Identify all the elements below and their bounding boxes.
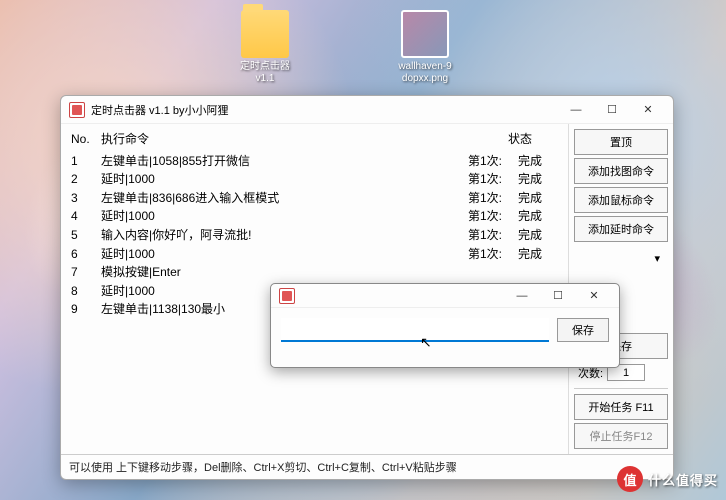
cursor-icon: ↖ [420, 334, 432, 351]
row-state [518, 263, 558, 282]
row-no: 1 [71, 152, 101, 171]
row-cmd: 左键单击|836|686进入输入框模式 [101, 189, 468, 208]
list-header: No. 执行命令 状态 [71, 130, 558, 149]
main-titlebar[interactable]: 定时点击器 v1.1 by小小阿狸 — ☐ ✕ [61, 96, 673, 124]
dialog-titlebar[interactable]: — ☐ ✕ [271, 284, 619, 308]
dropdown-toggle[interactable]: ▾ [574, 245, 668, 271]
row-state: 完成 [518, 152, 558, 171]
image-icon [401, 10, 449, 58]
col-state: 状态 [508, 130, 558, 149]
watermark-text: 什么值得买 [648, 470, 718, 489]
watermark-badge: 值 [617, 466, 643, 492]
row-no: 9 [71, 300, 101, 319]
list-row[interactable]: 5输入内容|你好吖，阿寻流批!第1次:完成 [71, 226, 558, 245]
dialog-save-button[interactable]: 保存 [557, 318, 609, 342]
list-row[interactable]: 2延时|1000第1次:完成 [71, 170, 558, 189]
row-no: 4 [71, 207, 101, 226]
list-row[interactable]: 4延时|1000第1次:完成 [71, 207, 558, 226]
row-cmd: 模拟按键|Enter [101, 263, 468, 282]
folder-icon [241, 10, 289, 58]
row-state: 完成 [518, 189, 558, 208]
row-no: 5 [71, 226, 101, 245]
add-mouse-cmd-button[interactable]: 添加鼠标命令 [574, 187, 668, 213]
col-cmd: 执行命令 [101, 130, 508, 149]
window-title: 定时点击器 v1.1 by小小阿狸 [91, 102, 559, 118]
stop-task-button[interactable]: 停止任务F12 [574, 423, 668, 449]
dialog-minimize-button[interactable]: — [505, 285, 539, 307]
row-count: 第1次: [468, 226, 518, 245]
list-row[interactable]: 1左键单击|1058|855打开微信第1次:完成 [71, 152, 558, 171]
row-count: 第1次: [468, 245, 518, 264]
row-state: 完成 [518, 226, 558, 245]
row-state: 完成 [518, 207, 558, 226]
dialog-close-button[interactable]: ✕ [577, 285, 611, 307]
row-cmd: 左键单击|1058|855打开微信 [101, 152, 468, 171]
row-state: 完成 [518, 170, 558, 189]
status-bar: 可以使用 上下键移动步骤，Del删除、Ctrl+X剪切、Ctrl+C复制、Ctr… [61, 454, 673, 479]
desktop-image-label: wallhaven-9 dopxx.png [398, 61, 451, 85]
close-button[interactable]: ✕ [631, 99, 665, 121]
dialog-maximize-button[interactable]: ☐ [541, 285, 575, 307]
desktop-folder-label: 定时点击器 v1.1 [240, 61, 290, 85]
list-row[interactable]: 3左键单击|836|686进入输入框模式第1次:完成 [71, 189, 558, 208]
maximize-button[interactable]: ☐ [595, 99, 629, 121]
row-no: 6 [71, 245, 101, 264]
desktop-image[interactable]: wallhaven-9 dopxx.png [390, 10, 460, 85]
list-row[interactable]: 6延时|1000第1次:完成 [71, 245, 558, 264]
col-no: No. [71, 130, 101, 149]
row-cmd: 延时|1000 [101, 170, 468, 189]
app-icon [69, 102, 85, 118]
minimize-button[interactable]: — [559, 99, 593, 121]
add-image-cmd-button[interactable]: 添加找图命令 [574, 158, 668, 184]
dialog-text-input[interactable] [281, 318, 549, 342]
row-count: 第1次: [468, 152, 518, 171]
input-dialog: — ☐ ✕ 保存 [270, 283, 620, 368]
row-no: 3 [71, 189, 101, 208]
row-count: 第1次: [468, 207, 518, 226]
watermark: 值 什么值得买 [617, 466, 718, 492]
row-no: 7 [71, 263, 101, 282]
list-row[interactable]: 7模拟按键|Enter [71, 263, 558, 282]
start-task-button[interactable]: 开始任务 F11 [574, 394, 668, 420]
row-cmd: 延时|1000 [101, 245, 468, 264]
row-count: 第1次: [468, 170, 518, 189]
pin-top-button[interactable]: 置顶 [574, 129, 668, 155]
desktop-folder[interactable]: 定时点击器 v1.1 [230, 10, 300, 85]
row-state: 完成 [518, 245, 558, 264]
row-no: 2 [71, 170, 101, 189]
add-delay-cmd-button[interactable]: 添加延时命令 [574, 216, 668, 242]
row-cmd: 输入内容|你好吖，阿寻流批! [101, 226, 468, 245]
row-count: 第1次: [468, 189, 518, 208]
row-cmd: 延时|1000 [101, 207, 468, 226]
row-count [468, 263, 518, 282]
row-no: 8 [71, 282, 101, 301]
app-icon [279, 288, 295, 304]
